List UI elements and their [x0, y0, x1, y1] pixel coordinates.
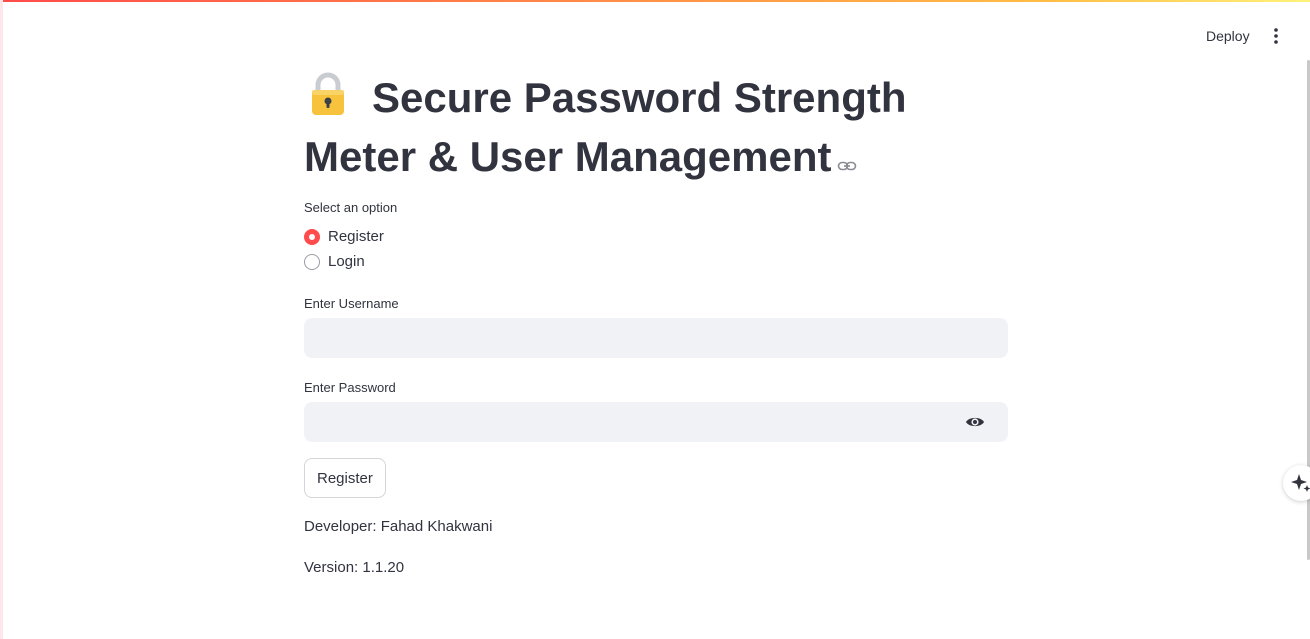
page-title: Secure Password Strength Meter & User Ma… [304, 74, 907, 180]
left-edge [0, 0, 3, 639]
link-icon[interactable] [837, 132, 857, 185]
radio-option-label: Register [328, 228, 384, 245]
version-text: Version: 1.1.20 [304, 559, 405, 576]
developer-text: Developer: Fahad Khakwani [304, 518, 493, 535]
deploy-button[interactable]: Deploy [1196, 24, 1260, 48]
radio-selected-icon[interactable] [304, 228, 320, 245]
radio-option-label: Login [328, 253, 365, 270]
eye-icon[interactable] [964, 411, 986, 433]
username-input[interactable] [304, 318, 1008, 358]
radio-option-login[interactable]: Login [304, 253, 365, 270]
radio-group-label: Select an option [304, 200, 398, 215]
main-content: Secure Password Strength Meter & User Ma… [304, 70, 1008, 576]
sparkle-icon [1291, 474, 1310, 492]
username-label: Enter Username [304, 296, 399, 311]
radio-option-register[interactable]: Register [304, 228, 384, 245]
top-decoration-bar [0, 0, 1310, 2]
assistant-button[interactable] [1283, 465, 1310, 501]
password-input[interactable] [304, 402, 1008, 442]
page-title-heading: Secure Password Strength Meter & User Ma… [304, 70, 1008, 185]
lock-icon [304, 70, 352, 130]
more-vertical-icon [1274, 28, 1278, 44]
register-button[interactable]: Register [304, 458, 386, 498]
main-menu-button[interactable] [1264, 24, 1288, 48]
radio-unselected-icon[interactable] [304, 253, 320, 270]
password-label: Enter Password [304, 380, 396, 395]
